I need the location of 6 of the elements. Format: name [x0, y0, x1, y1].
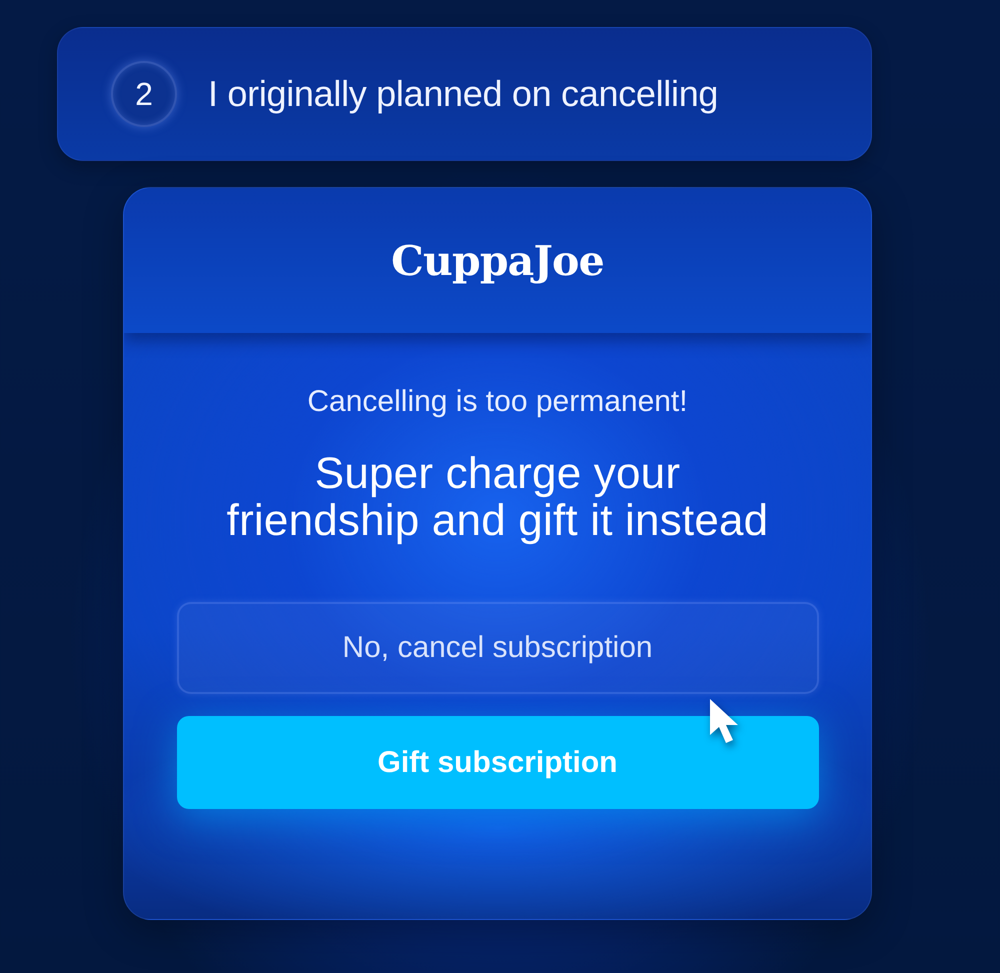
offer-heading: Super charge your friendship and gift it instead	[226, 450, 768, 544]
offer-subtitle: Cancelling is too permanent!	[307, 386, 688, 418]
reason-text: I originally planned on cancelling	[208, 73, 718, 115]
brand-logo: CuppaJoe	[391, 236, 604, 284]
step-number: 2	[111, 61, 177, 127]
cancel-subscription-button[interactable]: No, cancel subscription	[176, 602, 818, 694]
